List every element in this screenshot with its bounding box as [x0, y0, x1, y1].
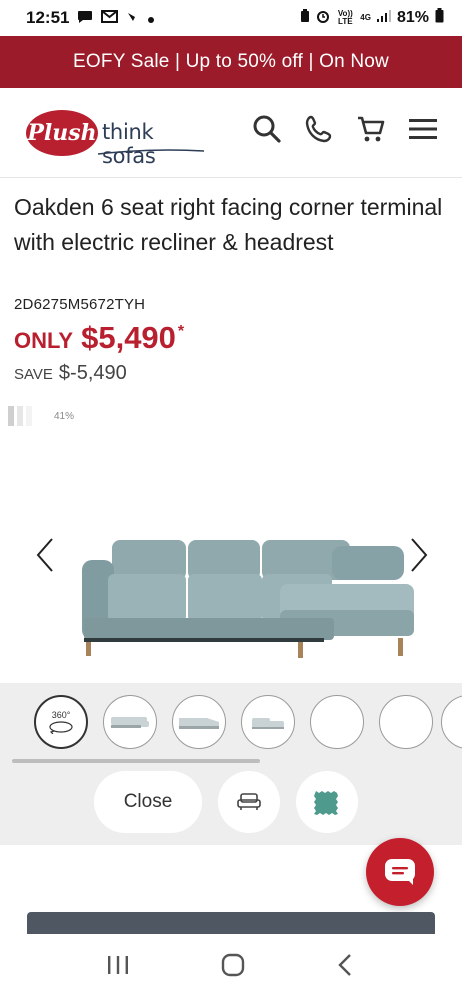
- price-note: *: [177, 323, 185, 340]
- product-title: Oakden 6 seat right facing corner termin…: [14, 194, 443, 255]
- gmail-icon: [101, 10, 119, 26]
- dot-icon: [148, 11, 155, 26]
- sofa-thumbnail-icon: [252, 718, 284, 729]
- thumbnail-strip[interactable]: 360°: [34, 695, 433, 749]
- phone-icon[interactable]: [304, 114, 334, 144]
- thumbnail-scrollbar[interactable]: [12, 759, 260, 763]
- menu-icon[interactable]: [408, 114, 438, 144]
- fabric-swatch-icon: [314, 791, 338, 815]
- chat-icon: [385, 859, 415, 885]
- thumb-sofa-side[interactable]: [241, 695, 295, 749]
- app-icon: [126, 10, 140, 27]
- battery-percent: 81%: [396, 9, 429, 26]
- battery-saver-icon: [300, 8, 310, 28]
- viewer-controls: 360° Close: [0, 683, 462, 845]
- chevron-left-icon[interactable]: [32, 535, 62, 575]
- promo-text: EOFY Sale | Up to 50% off | On Now: [73, 51, 389, 72]
- status-time: 12:51: [26, 8, 70, 27]
- close-button[interactable]: Close: [94, 771, 202, 833]
- logo-swoosh-icon: [97, 149, 205, 155]
- sofa-view-button[interactable]: [218, 771, 280, 833]
- 4g-icon: 4G: [360, 13, 371, 22]
- sofa-thumbnail-icon: [179, 718, 219, 729]
- sofa-icon: [237, 793, 261, 810]
- site-header: Plush think sofas: [0, 88, 462, 178]
- home-icon[interactable]: [221, 953, 245, 982]
- logo-tagline: think sofas: [102, 120, 156, 168]
- battery-icon: [435, 8, 444, 28]
- loader-bars-icon: [8, 406, 32, 426]
- save-row: SAVE $-5,490: [14, 362, 127, 385]
- product-image: [82, 540, 414, 658]
- thumb-empty-1[interactable]: [310, 695, 364, 749]
- system-navigation: [0, 934, 462, 1000]
- signal-icon: [376, 9, 391, 27]
- save-value: $-5,490: [58, 362, 127, 384]
- price-row: ONLY $5,490 *: [14, 320, 184, 356]
- chat-button[interactable]: [366, 838, 434, 906]
- volte-icon: Vo)) LTE: [337, 9, 353, 26]
- loader-percent: 41%: [54, 410, 75, 422]
- thumb-360-label: 360°: [51, 710, 71, 720]
- save-label: SAVE: [14, 366, 53, 383]
- alarm-icon: [316, 9, 330, 28]
- product-sku: 2D6275M5672TYH: [14, 296, 146, 313]
- thumb-partial[interactable]: [441, 695, 462, 749]
- sofa-thumbnail-icon: [111, 717, 149, 728]
- chat-bubble-icon: [77, 10, 93, 27]
- promo-banner[interactable]: EOFY Sale | Up to 50% off | On Now: [0, 36, 462, 88]
- product-viewer[interactable]: [0, 480, 462, 685]
- site-logo[interactable]: Plush think sofas: [26, 108, 206, 168]
- search-icon[interactable]: [252, 114, 282, 144]
- cart-icon[interactable]: [356, 114, 386, 144]
- thumb-sofa-angle[interactable]: [172, 695, 226, 749]
- recent-apps-icon[interactable]: [106, 954, 130, 981]
- price-label: ONLY: [14, 328, 74, 353]
- status-bar: 12:51 Vo)) LTE 4G 81%: [0, 0, 462, 36]
- thumb-sofa-front[interactable]: [103, 695, 157, 749]
- thumb-empty-2[interactable]: [379, 695, 433, 749]
- back-icon[interactable]: [336, 953, 356, 982]
- logo-badge: Plush: [26, 110, 98, 156]
- thumb-360[interactable]: 360°: [34, 695, 88, 749]
- chevron-right-icon[interactable]: [402, 535, 432, 575]
- add-to-cart-bar[interactable]: [27, 912, 435, 934]
- price-value: $5,490: [81, 320, 176, 355]
- viewer-loader: 41%: [8, 406, 74, 426]
- rotate-icon: [49, 721, 73, 734]
- fabric-swatch-button[interactable]: [296, 771, 358, 833]
